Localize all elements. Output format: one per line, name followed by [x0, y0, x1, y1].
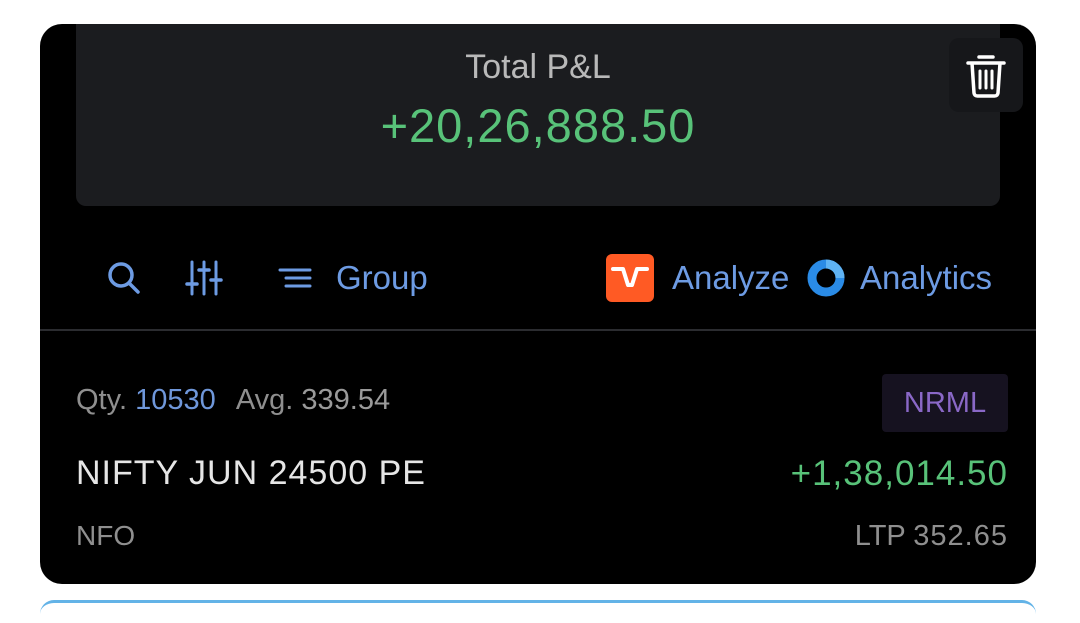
qty-value: 10530: [135, 384, 216, 416]
ltp-label: LTP: [854, 520, 906, 552]
product-type-badge: NRML: [882, 374, 1008, 432]
toolbar-divider: [40, 329, 1036, 331]
total-pnl-panel: Total P&L +20,26,888.50: [76, 24, 1000, 206]
next-card-edge: [40, 600, 1036, 623]
total-pnl-value: +20,26,888.50: [380, 99, 696, 152]
trash-icon: [966, 55, 1006, 98]
positions-card: Total P&L +20,26,888.50 Group Analyze An…: [40, 24, 1036, 584]
analytics-ring-icon: [807, 259, 845, 297]
filter-sliders-icon: [185, 260, 223, 296]
analytics-button[interactable]: Analytics: [806, 258, 992, 298]
avg-value: 339.54: [301, 384, 391, 416]
group-label: Group: [336, 259, 428, 296]
search-button[interactable]: [106, 260, 142, 296]
analytics-label: Analytics: [860, 259, 993, 296]
delete-button[interactable]: [949, 38, 1023, 112]
analyze-label: Analyze: [672, 259, 790, 296]
total-pnl-label: Total P&L: [465, 48, 611, 86]
exchange-label: NFO: [76, 520, 136, 551]
position-pnl: +1,38,014.50: [790, 454, 1008, 493]
positions-toolbar: Group Analyze Analytics: [40, 246, 1036, 310]
ltp-value: 352.65: [913, 520, 1008, 552]
group-button[interactable]: Group: [278, 258, 428, 298]
ltp-info: LTP 352.65: [855, 520, 1008, 553]
instrument-name[interactable]: NIFTY JUN 24500 PE: [76, 454, 426, 493]
qty-label: Qty.: [76, 384, 128, 416]
search-icon: [108, 262, 140, 294]
group-lines-icon: [278, 268, 312, 288]
avg-label: Avg.: [235, 384, 294, 416]
analyze-button[interactable]: Analyze: [606, 254, 789, 302]
analyze-logo-icon: [606, 254, 654, 302]
filter-button[interactable]: [184, 258, 224, 298]
position-meta: Qty. 10530 Avg. 339.54: [76, 384, 390, 417]
